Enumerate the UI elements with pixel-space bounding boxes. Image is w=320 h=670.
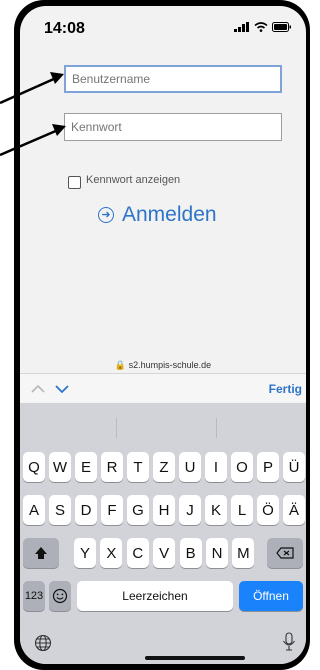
key[interactable]: L: [231, 495, 253, 525]
chevron-down-icon[interactable]: [54, 381, 70, 397]
home-indicator: [145, 656, 245, 660]
return-key[interactable]: Öffnen: [239, 581, 303, 611]
key[interactable]: X: [100, 538, 123, 568]
key[interactable]: M: [232, 538, 255, 568]
key[interactable]: Ü: [283, 452, 305, 482]
key[interactable]: B: [179, 538, 202, 568]
key[interactable]: O: [231, 452, 253, 482]
emoji-icon: [52, 588, 68, 604]
key[interactable]: Z: [153, 452, 175, 482]
address-bar[interactable]: 🔒 s2.humpis-schule.de: [20, 360, 306, 371]
key[interactable]: H: [153, 495, 175, 525]
key[interactable]: W: [49, 452, 71, 482]
globe-icon[interactable]: [34, 634, 52, 657]
key[interactable]: P: [257, 452, 279, 482]
shift-icon: [35, 547, 47, 559]
status-time: 14:08: [44, 20, 85, 37]
key[interactable]: R: [101, 452, 123, 482]
key[interactable]: Q: [23, 452, 45, 482]
key[interactable]: S: [49, 495, 71, 525]
url-text: s2.humpis-schule.de: [128, 360, 212, 370]
key[interactable]: Ä: [283, 495, 305, 525]
key[interactable]: Y: [74, 538, 96, 568]
key[interactable]: V: [153, 538, 176, 568]
key[interactable]: U: [179, 452, 201, 482]
emoji-key[interactable]: [49, 581, 71, 611]
login-label: Anmelden: [122, 203, 217, 226]
keyboard: [20, 403, 306, 664]
key[interactable]: C: [126, 538, 149, 568]
key[interactable]: G: [127, 495, 149, 525]
arrow-circle-icon: ➜: [98, 207, 114, 223]
chevron-up-icon[interactable]: [30, 381, 46, 397]
key[interactable]: J: [179, 495, 201, 525]
key[interactable]: E: [75, 452, 97, 482]
wifi-icon: [254, 22, 268, 32]
key[interactable]: I: [205, 452, 227, 482]
numbers-key[interactable]: 123: [23, 581, 45, 611]
show-password-label: Kennwort anzeigen: [86, 174, 181, 186]
key[interactable]: F: [101, 495, 123, 525]
username-input[interactable]: [64, 65, 282, 93]
space-key[interactable]: Leerzeichen: [77, 581, 233, 611]
lock-icon: 🔒: [114, 360, 127, 370]
status-icons: [234, 22, 292, 32]
suggestion-divider: [116, 418, 117, 438]
key[interactable]: A: [23, 495, 45, 525]
key[interactable]: T: [127, 452, 149, 482]
login-button[interactable]: ➜ Anmelden: [98, 203, 217, 227]
backspace-key[interactable]: [267, 538, 303, 568]
phone-screen: 14:08 Kennwort anzeigen ➜ Anmelden 🔒 s2.…: [20, 6, 306, 664]
key[interactable]: Ö: [257, 495, 279, 525]
show-password-checkbox[interactable]: [68, 176, 81, 189]
battery-icon: [272, 22, 291, 32]
suggestion-divider: [216, 418, 217, 438]
microphone-icon[interactable]: [282, 632, 296, 657]
done-button[interactable]: Fertig: [269, 382, 302, 396]
shift-key[interactable]: [23, 538, 59, 568]
key[interactable]: K: [205, 495, 227, 525]
backspace-icon: [276, 547, 294, 559]
password-input[interactable]: [64, 113, 282, 141]
signal-icon: [234, 22, 249, 32]
key[interactable]: D: [75, 495, 97, 525]
key[interactable]: N: [206, 538, 228, 568]
